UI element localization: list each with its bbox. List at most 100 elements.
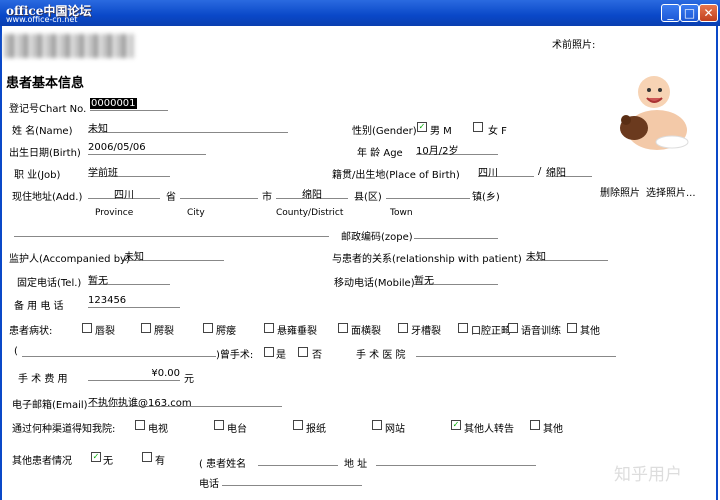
fee-field[interactable]: ¥0.00: [88, 368, 180, 381]
relation-field[interactable]: 未知: [526, 248, 608, 263]
mobile-field[interactable]: 暂无: [414, 272, 498, 287]
condition-other-field[interactable]: [22, 344, 216, 357]
other-yes-checkbox[interactable]: ✓: [91, 452, 101, 462]
blurred-logo: [4, 34, 134, 58]
job-label: 职 业(Job): [14, 170, 61, 181]
backup-tel-value: 123456: [88, 295, 127, 306]
minimize-button[interactable]: _: [661, 4, 680, 22]
birth-field[interactable]: 2006/05/06: [88, 142, 206, 155]
job-field[interactable]: 学前班: [88, 164, 170, 179]
native-province-value: 四川: [478, 168, 498, 179]
channel-option-label: 其他人转告: [464, 424, 514, 435]
condition-option-label: 腭瘘: [216, 326, 236, 337]
tel-field[interactable]: 暂无: [88, 272, 170, 287]
zip-field[interactable]: [414, 226, 498, 239]
condition-checkbox[interactable]: [458, 323, 468, 333]
female-checkbox[interactable]: [473, 122, 483, 132]
condition-checkbox[interactable]: [203, 323, 213, 333]
addr-city-field[interactable]: [180, 186, 258, 199]
email-value: 不执你执谁@163.com: [88, 398, 192, 409]
patient-tel-label: 电话: [199, 479, 219, 490]
surgery-no-label: 否: [312, 350, 322, 361]
birth-label: 出生日期(Birth): [9, 148, 81, 159]
native-slash: /: [538, 166, 542, 177]
chart-no-value: 0000001: [90, 98, 137, 109]
name-value: 未知: [88, 124, 108, 135]
patient-tel-field[interactable]: [222, 473, 362, 486]
surgery-before-label: )曾手术:: [216, 350, 254, 361]
address-label: 现住地址(Add.): [12, 192, 83, 203]
fee-unit: 元: [184, 374, 194, 385]
age-label: 年 龄 Age: [357, 148, 403, 159]
addr-detail-field[interactable]: [14, 224, 329, 237]
section-title: 患者基本信息: [6, 76, 85, 91]
guardian-value: 未知: [124, 252, 144, 263]
patient-photo[interactable]: [612, 70, 690, 152]
condition-checkbox[interactable]: [567, 323, 577, 333]
addr-county-field[interactable]: 绵阳: [276, 186, 348, 201]
fee-label: 手 术 费 用: [18, 374, 68, 385]
age-field[interactable]: 10月/2岁: [416, 142, 498, 157]
condition-option-label: 面横裂: [351, 326, 381, 337]
photo-label: 术前照片:: [552, 40, 596, 51]
mobile-value: 暂无: [414, 276, 434, 287]
county-cn: 县(区): [354, 192, 382, 203]
condition-checkbox[interactable]: [264, 323, 274, 333]
condition-checkbox[interactable]: [141, 323, 151, 333]
hospital-label: 手 术 医 院: [356, 350, 406, 361]
province-cn: 省: [166, 192, 176, 203]
native-label: 籍贯/出生地(Place of Birth): [332, 170, 460, 181]
hospital-field[interactable]: [416, 344, 616, 357]
province-en: Province: [95, 208, 134, 218]
channel-checkbox[interactable]: [135, 420, 145, 430]
channel-checkbox[interactable]: [293, 420, 303, 430]
condition-checkbox[interactable]: [508, 323, 518, 333]
channel-option-label: 报纸: [306, 424, 326, 435]
patient-addr-field[interactable]: [376, 453, 536, 466]
chart-no-field[interactable]: 0000001: [90, 98, 168, 111]
title-bar: office中国论坛 www.office-cn.net _ □ ✕: [0, 0, 720, 26]
delete-photo-button[interactable]: 删除照片: [600, 184, 640, 199]
town-cn: 镇(乡): [472, 192, 500, 203]
zip-label: 邮政编码(zope): [341, 232, 413, 243]
watermark-url: www.office-cn.net: [6, 15, 78, 24]
channel-checkbox[interactable]: [530, 420, 540, 430]
channel-checkbox[interactable]: [372, 420, 382, 430]
channel-checkbox[interactable]: [214, 420, 224, 430]
condition-option-label: 腭裂: [154, 326, 174, 337]
name-field[interactable]: 未知: [88, 120, 288, 135]
channel-checkbox[interactable]: ✓: [451, 420, 461, 430]
channel-option-label: 网站: [385, 424, 405, 435]
email-field[interactable]: 不执你执谁@163.com: [88, 394, 282, 409]
close-button[interactable]: ✕: [699, 4, 718, 22]
others-label: 其他患者情况: [12, 456, 72, 467]
patient-name-field[interactable]: [258, 453, 338, 466]
surgery-yes-checkbox[interactable]: [264, 347, 274, 357]
addr-town-field[interactable]: [386, 186, 470, 199]
backup-tel-field[interactable]: 123456: [88, 295, 180, 308]
chart-no-label: 登记号Chart No.: [9, 104, 87, 115]
male-label: 男 M: [430, 126, 452, 137]
email-label: 电子邮箱(Email): [12, 400, 88, 411]
guardian-label: 监护人(Accompanied by): [9, 254, 130, 265]
native-city-field[interactable]: 绵阳: [546, 164, 592, 179]
guardian-field[interactable]: 未知: [124, 248, 224, 263]
other-no-checkbox[interactable]: [142, 452, 152, 462]
condition-checkbox[interactable]: [398, 323, 408, 333]
birth-value: 2006/05/06: [88, 142, 146, 153]
channel-label: 通过何种渠道得知我院:: [12, 424, 116, 435]
job-value: 学前班: [88, 168, 118, 179]
male-checkbox[interactable]: ✓: [417, 122, 427, 132]
condition-checkbox[interactable]: [82, 323, 92, 333]
channel-option-label: 电台: [227, 424, 247, 435]
maximize-button[interactable]: □: [680, 4, 699, 22]
condition-checkbox[interactable]: [338, 323, 348, 333]
condition-option-label: 其他: [580, 326, 600, 337]
native-province-field[interactable]: 四川: [478, 164, 534, 179]
surgery-no-checkbox[interactable]: [298, 347, 308, 357]
addr-province-field[interactable]: 四川: [88, 186, 160, 201]
choose-photo-button[interactable]: 选择照片...: [646, 184, 696, 199]
city-cn: 市: [262, 192, 272, 203]
addr-city-value: 绵阳: [302, 190, 322, 201]
relation-label: 与患者的关系(relationship with patient): [332, 254, 522, 265]
